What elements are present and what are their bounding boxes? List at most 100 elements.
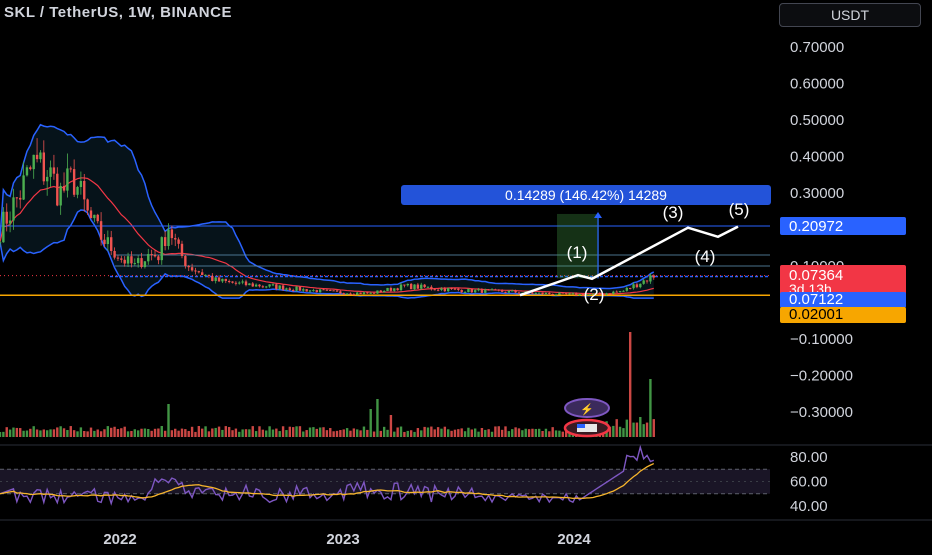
volume-bar (187, 431, 190, 437)
candle-body (440, 288, 443, 291)
lightning-glyph: ⚡ (580, 403, 594, 416)
volume-bar (362, 426, 366, 437)
candle-body (329, 290, 332, 292)
candle-body (254, 284, 258, 287)
volume-bar (389, 415, 393, 437)
candle-body (548, 292, 551, 294)
volume-bar (281, 426, 285, 437)
candle-body (372, 292, 376, 294)
candle-body (19, 197, 22, 200)
candle-body (147, 254, 150, 262)
volume-bar (541, 430, 544, 437)
candle-body (22, 175, 25, 200)
volume-bar (436, 427, 440, 437)
candle-body (369, 292, 372, 294)
time-axis-label: 2022 (103, 531, 136, 548)
candle-body (382, 290, 386, 293)
candle-body (72, 169, 76, 195)
volume-bar (72, 430, 76, 437)
candle-body (517, 292, 521, 294)
candle-body (356, 292, 359, 295)
candle-body (578, 293, 581, 296)
candle-body (268, 284, 271, 287)
candle-body (177, 239, 180, 244)
candle-body (197, 271, 201, 273)
candle-body (76, 186, 79, 195)
candle-body (56, 173, 59, 206)
candle-body (271, 284, 275, 286)
wave-label: (1) (567, 243, 588, 262)
volume-bar (184, 429, 187, 437)
candle-body (568, 293, 571, 295)
candle-body (642, 280, 645, 284)
band-fill (0, 124, 654, 299)
candle-body (29, 167, 32, 170)
candle-body (136, 258, 140, 264)
volume-bar (413, 431, 416, 437)
candle-body (632, 284, 635, 289)
candle-body (221, 278, 224, 282)
volume-bar (524, 428, 527, 437)
volume-bar (244, 429, 248, 437)
candle-body (608, 293, 612, 295)
volume-bar (224, 426, 227, 437)
volume-bar (288, 426, 292, 437)
candle-body (143, 261, 147, 268)
volume-bar (345, 428, 349, 437)
candle-body (463, 292, 467, 294)
chart-area[interactable]: 0.14289 (146.42%) 14289 (1) (2) (3) (4) (5) ⚡ 0… (0, 0, 932, 550)
candle-body (322, 289, 325, 291)
volume-bar (278, 431, 281, 437)
candle-body (473, 290, 477, 293)
candle-body (413, 284, 416, 290)
candle-body (295, 286, 298, 291)
price-tick-label: 0.50000 (790, 112, 844, 129)
volume-bar (167, 404, 170, 437)
volume-bar (477, 431, 480, 437)
price-tick-label: 0.70000 (790, 39, 844, 56)
candle-body (258, 284, 261, 287)
candle-body (349, 293, 352, 295)
currency-button[interactable]: USDT (779, 3, 921, 27)
candle-body (217, 277, 221, 282)
volume-bar (22, 430, 25, 437)
candle-body (558, 292, 561, 295)
rsi-tick-label: 40.00 (790, 498, 828, 515)
candle-body (420, 284, 423, 289)
candle-body (251, 283, 254, 287)
candle-body (645, 280, 649, 282)
candle-body (187, 265, 190, 268)
volume-bar (531, 428, 534, 437)
volume-bar (453, 429, 457, 437)
candle-body (497, 289, 500, 291)
candle-body (49, 167, 52, 177)
candle-body (507, 290, 511, 293)
candle-body (265, 286, 268, 288)
volume-bar (83, 431, 86, 437)
volume-bar (79, 427, 83, 437)
volume-bar (615, 419, 618, 437)
candle-body (612, 291, 615, 294)
candle-body (457, 288, 460, 290)
volume-bar (369, 409, 372, 437)
volume-bar (561, 431, 564, 437)
candle-body (69, 168, 72, 170)
volume-bar (32, 426, 35, 437)
candle-body (211, 275, 214, 281)
volume-bar (251, 426, 254, 437)
volume-bar (285, 430, 288, 437)
candle-body (291, 289, 295, 291)
candle-body (140, 258, 143, 268)
volume-bar (497, 426, 500, 437)
volume-bar (639, 417, 642, 437)
price-tick-label: −0.10000 (790, 331, 853, 348)
price-tick-label: 0.60000 (790, 76, 844, 93)
volume-bar (211, 428, 214, 437)
volume-bar (86, 431, 89, 437)
candle-body (275, 284, 278, 289)
volume-bar (45, 430, 49, 437)
price-tick-label: −0.20000 (790, 368, 853, 385)
flag-canton (577, 424, 585, 428)
candle-body (342, 293, 345, 295)
volume-bar (35, 429, 39, 437)
